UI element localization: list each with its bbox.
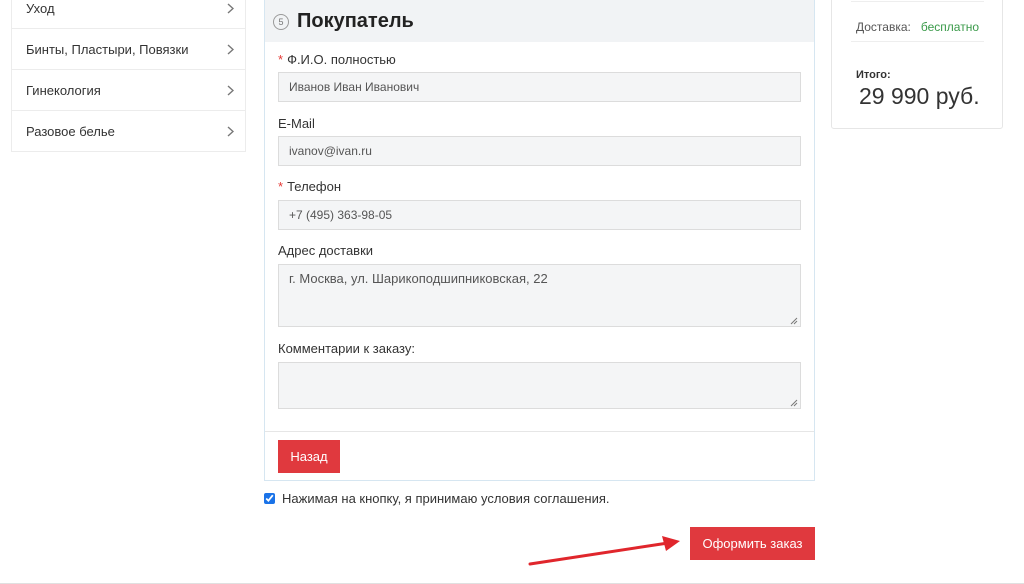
sidebar-item-disposable-linen[interactable]: Разовое белье [11, 111, 246, 152]
comment-textarea[interactable] [278, 362, 801, 409]
panel-title: Покупатель [297, 10, 414, 32]
address-label: Адрес доставки [278, 243, 374, 258]
sidebar-item-label: Разовое белье [26, 123, 115, 139]
delivery-row: Доставка: бесплатно [856, 20, 979, 34]
back-button[interactable]: Назад [278, 440, 340, 473]
sidebar-item-care[interactable]: Уход [11, 0, 246, 29]
red-arrow-annotation [528, 536, 680, 566]
fio-label-text: Ф.И.О. полностью [287, 52, 396, 67]
address-textarea[interactable]: г. Москва, ул. Шарикоподшипниковская, 22 [278, 264, 801, 327]
agreement-text: Нажимая на кнопку, я принимаю условия со… [282, 491, 610, 506]
buyer-panel: 5 Покупатель *Ф.И.О. полностью E-Mail *Т… [264, 0, 815, 481]
summary-divider [851, 0, 984, 2]
summary-divider [851, 41, 984, 42]
agreement-checkbox[interactable] [264, 493, 275, 504]
panel-divider [265, 431, 814, 432]
resize-handle-icon[interactable] [790, 317, 798, 325]
required-mark: * [278, 52, 284, 67]
total-value: 29 990 руб. [859, 83, 980, 109]
chevron-right-icon [225, 84, 235, 96]
delivery-label: Доставка: [856, 20, 911, 34]
order-summary-card: Доставка: бесплатно Итого: 29 990 руб. [831, 0, 1003, 129]
email-label: E-Mail [278, 116, 315, 131]
sidebar-item-label: Уход [26, 0, 55, 16]
total-label: Итого: [856, 69, 891, 81]
sidebar-item-label: Бинты, Пластыри, Повязки [26, 41, 189, 57]
sidebar-item-bandages[interactable]: Бинты, Пластыри, Повязки [11, 29, 246, 70]
fio-label: * Ф.И.О. полностью [278, 52, 396, 67]
sidebar-item-label: Гинекология [26, 82, 101, 98]
delivery-value: бесплатно [920, 20, 979, 34]
fio-input[interactable] [278, 72, 801, 102]
step-number-icon: 5 [273, 13, 289, 30]
email-input[interactable] [278, 136, 801, 166]
place-order-button[interactable]: Оформить заказ [690, 527, 815, 560]
phone-label: * Телефон [278, 179, 341, 194]
chevron-right-icon [225, 43, 235, 55]
phone-input[interactable] [278, 200, 801, 230]
phone-label-text: Телефон [287, 179, 341, 194]
category-sidebar: Уход Бинты, Пластыри, Повязки Гинекологи… [11, 0, 246, 152]
chevron-right-icon [225, 125, 235, 137]
chevron-right-icon [225, 2, 235, 14]
resize-handle-icon[interactable] [790, 399, 798, 407]
agreement-row[interactable]: Нажимая на кнопку, я принимаю условия со… [264, 491, 610, 506]
comment-label: Комментарии к заказу: [278, 341, 415, 356]
sidebar-item-gynecology[interactable]: Гинекология [11, 70, 246, 111]
required-mark: * [278, 179, 284, 194]
buyer-panel-header: 5 Покупатель [265, 0, 814, 42]
